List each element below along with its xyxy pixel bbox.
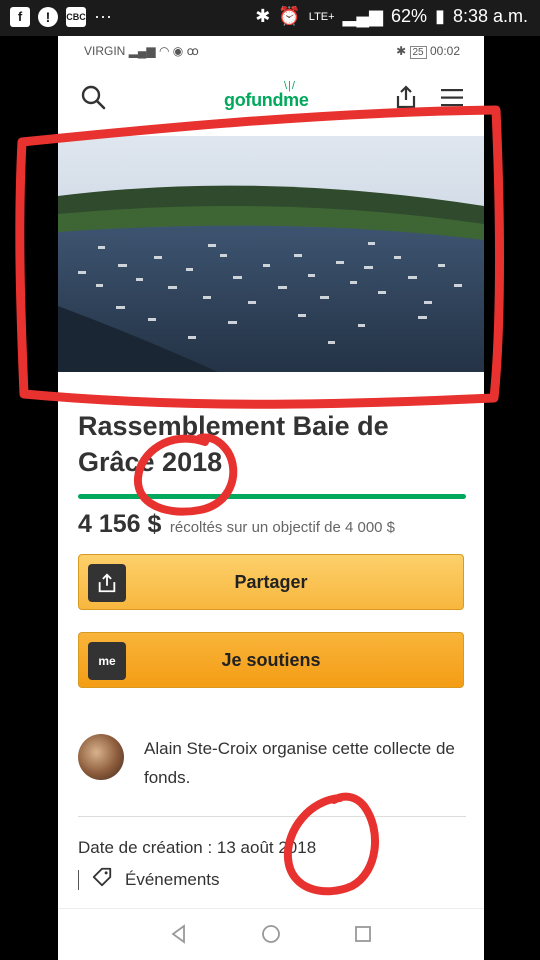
avatar[interactable] [78, 734, 124, 780]
facebook-icon: f [10, 6, 30, 27]
donate-button[interactable]: me Je soutiens [78, 632, 464, 688]
alarm-icon: ⏰ [278, 6, 301, 26]
bluetooth-icon: ✱ [255, 6, 271, 26]
search-icon[interactable] [80, 84, 106, 115]
carrier-name: VIRGIN [84, 44, 126, 58]
category-row: Événements [78, 866, 220, 893]
menu-icon[interactable] [440, 88, 464, 113]
campaign-title: Rassemblement Baie de Grâce 2018 [78, 411, 389, 477]
share-icon[interactable] [394, 84, 418, 115]
clock: 8:38 a.m. [452, 6, 528, 26]
inner-status-bar: VIRGIN ▂▄▆ ◠ ◉ ꝏ ✱ 25 00:02 [58, 36, 484, 66]
alert-icon: ! [38, 6, 58, 27]
clock: 00:02 [429, 44, 460, 58]
home-icon[interactable] [260, 923, 282, 950]
battery-icon: ▮ [435, 6, 445, 26]
signal-icon: ▂▄▆ [342, 6, 384, 26]
gofundme-logo[interactable]: gofundme [224, 90, 309, 111]
amount-raised: 4 156 $ récoltés sur un objectif de 4 00… [78, 510, 395, 539]
back-icon[interactable] [168, 923, 190, 950]
signal-icon: ▂▄▆ ◠ ◉ ꝏ [128, 44, 199, 58]
progress-fill [78, 494, 466, 499]
donate-button-label: Je soutiens [221, 650, 321, 670]
bluetooth-icon: ✱ [396, 44, 410, 58]
battery-level: 25 [409, 46, 427, 59]
site-header: \|/ gofundme [58, 72, 484, 128]
android-nav-bar [58, 908, 484, 960]
network-type: LTE+ [308, 10, 335, 23]
amount-value: 4 156 $ [78, 510, 162, 538]
organizer-text: Alain Ste-Croix organise cette collecte … [144, 739, 455, 787]
phone-screen: VIRGIN ▂▄▆ ◠ ◉ ꝏ ✱ 25 00:02 \|/ gofundme [58, 36, 484, 960]
share-button-label: Partager [234, 572, 308, 592]
battery-percent: 62% [391, 6, 428, 26]
recents-icon[interactable] [352, 923, 374, 950]
category-link[interactable]: Événements [125, 870, 220, 890]
creation-date: Date de création : 13 août 2018 [78, 838, 317, 857]
tag-icon [91, 866, 113, 893]
more-notifications-icon: ··· [94, 6, 112, 26]
cbc-icon: CBC [66, 6, 86, 27]
divider [78, 816, 466, 817]
separator [78, 869, 79, 890]
goal-text: récoltés sur un objectif de 4 000 $ [169, 519, 396, 536]
campaign-photo [58, 136, 484, 372]
progress-bar [78, 494, 466, 499]
share-button[interactable]: Partager [78, 554, 464, 610]
outer-status-bar: f ! CBC ··· ✱ ⏰ LTE+ ▂▄▆ 62% ▮ 8:38 a.m. [0, 0, 540, 36]
